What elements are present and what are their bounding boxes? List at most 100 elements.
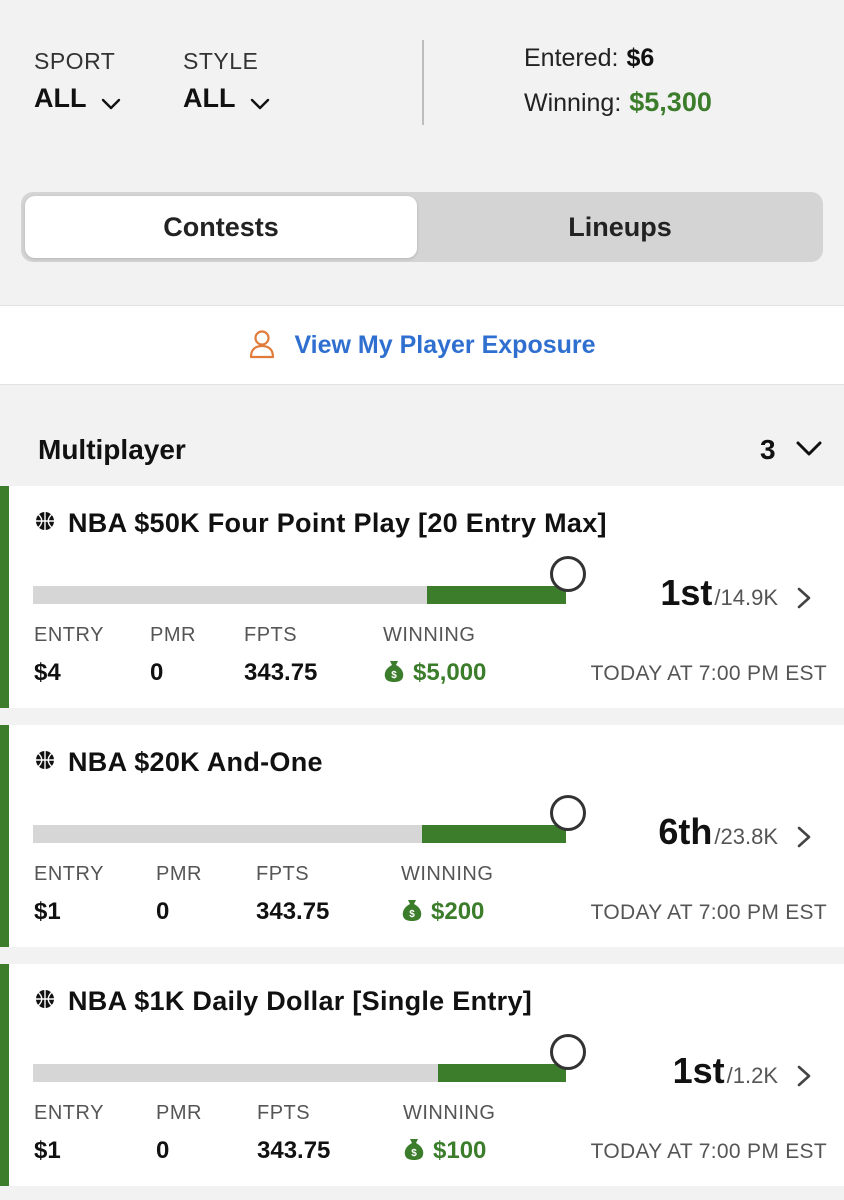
filter-bar: SPORT ALL STYLE ALL Entered: $6 Winning: $…: [0, 0, 844, 170]
pmr-stat: PMR 0: [150, 624, 196, 687]
pmr-value: 0: [150, 659, 164, 686]
contest-title-row: NBA $20K And-One: [34, 747, 323, 778]
fpts-value: 343.75: [256, 898, 330, 925]
progress-knob: [550, 556, 586, 592]
contest-title: NBA $20K And-One: [68, 747, 323, 777]
entered-value: $6: [626, 44, 655, 72]
entry-label: ENTRY: [34, 863, 104, 885]
view-player-exposure-label: View My Player Exposure: [294, 330, 596, 359]
fpts-stat: FPTS 343.75: [244, 624, 317, 687]
money-bag-icon: $: [383, 659, 405, 690]
progress-knob: [550, 1034, 586, 1070]
pmr-value: 0: [156, 898, 170, 925]
winning-label: WINNING: [401, 863, 494, 885]
pmr-label: PMR: [150, 624, 196, 646]
basketball-icon: [34, 510, 56, 537]
fpts-stat: FPTS 343.75: [256, 863, 329, 926]
winning-value: $5,300: [629, 87, 712, 117]
progress-knob: [550, 795, 586, 831]
rank-value: 1st: [672, 1050, 725, 1091]
entry-label: ENTRY: [34, 1102, 104, 1124]
sport-filter[interactable]: SPORT ALL: [34, 48, 121, 115]
entry-label: ENTRY: [34, 624, 104, 646]
winning-value: $5,000: [413, 659, 487, 686]
contest-title-row: NBA $1K Daily Dollar [Single Entry]: [34, 986, 532, 1017]
rank-total: /23.8K: [714, 824, 778, 849]
entered-label: Entered:: [524, 44, 619, 72]
winning-label: WINNING: [383, 624, 476, 646]
rank-total: /1.2K: [726, 1063, 778, 1088]
svg-text:$: $: [409, 909, 415, 920]
progress-fill: [438, 1064, 566, 1082]
contest-title-row: NBA $50K Four Point Play [20 Entry Max]: [34, 508, 607, 539]
person-icon: [248, 329, 276, 364]
entry-value: $1: [34, 898, 61, 925]
style-filter-label: STYLE: [183, 48, 259, 74]
view-player-exposure-link[interactable]: View My Player Exposure: [0, 305, 844, 385]
contest-time: TODAY AT 7:00 PM EST: [590, 901, 827, 924]
entry-stat: ENTRY $1: [34, 863, 104, 926]
winning-value: $100: [433, 1137, 487, 1164]
style-filter-value: ALL: [183, 83, 236, 113]
progress-track: [33, 825, 566, 843]
chevron-right-icon[interactable]: [796, 1064, 812, 1093]
rank-total: /14.9K: [714, 585, 778, 610]
entry-value: $4: [34, 659, 61, 686]
contest-card[interactable]: NBA $50K Four Point Play [20 Entry Max] …: [0, 486, 844, 708]
entry-value: $1: [34, 1137, 61, 1164]
winning-stat: WINNING $ $5,000: [383, 624, 486, 690]
fpts-value: 343.75: [244, 659, 318, 686]
basketball-icon: [34, 988, 56, 1015]
winning-value: $200: [431, 898, 485, 925]
progress-fill: [427, 586, 566, 604]
chevron-down-icon: [250, 97, 270, 115]
contest-title: NBA $50K Four Point Play [20 Entry Max]: [68, 508, 607, 538]
entered-row: Entered: $6: [524, 44, 712, 87]
contest-title: NBA $1K Daily Dollar [Single Entry]: [68, 986, 533, 1016]
rank: 6th/23.8K: [658, 811, 778, 853]
progress-fill: [422, 825, 566, 843]
fpts-label: FPTS: [257, 1102, 311, 1124]
fpts-value: 343.75: [257, 1137, 331, 1164]
view-toggle: Contests Lineups: [21, 192, 823, 262]
fpts-stat: FPTS 343.75: [257, 1102, 330, 1165]
chevron-right-icon[interactable]: [796, 586, 812, 615]
sport-filter-label: SPORT: [34, 48, 116, 74]
entry-stat: ENTRY $1: [34, 1102, 104, 1165]
winning-label: WINNING: [403, 1102, 496, 1124]
section-count: 3: [760, 434, 776, 465]
rank: 1st/1.2K: [673, 1050, 778, 1092]
winning-stat: WINNING $ $100: [403, 1102, 495, 1168]
pmr-stat: PMR 0: [156, 1102, 202, 1165]
entry-stat: ENTRY $4: [34, 624, 104, 687]
tab-lineups[interactable]: Lineups: [421, 196, 819, 258]
multiplayer-section-header[interactable]: Multiplayer 3: [0, 420, 844, 482]
filter-divider: [422, 40, 424, 125]
contest-card[interactable]: NBA $1K Daily Dollar [Single Entry] 1st/…: [0, 964, 844, 1186]
entry-summary: Entered: $6 Winning: $5,300: [524, 44, 712, 130]
contest-time: TODAY AT 7:00 PM EST: [590, 662, 827, 685]
fpts-label: FPTS: [256, 863, 310, 885]
tab-contests[interactable]: Contests: [25, 196, 417, 258]
section-title: Multiplayer: [38, 434, 186, 465]
contest-card[interactable]: NBA $20K And-One 6th/23.8K ENTRY $1 PMR 0 …: [0, 725, 844, 947]
progress-track: [33, 586, 566, 604]
contest-time: TODAY AT 7:00 PM EST: [590, 1140, 827, 1163]
money-bag-icon: $: [403, 1137, 425, 1168]
winning-label: Winning:: [524, 89, 622, 117]
winning-stat: WINNING $ $200: [401, 863, 493, 929]
pmr-label: PMR: [156, 863, 202, 885]
rank-value: 6th: [658, 811, 713, 852]
svg-text:$: $: [411, 1148, 417, 1159]
rank: 1st/14.9K: [660, 572, 778, 614]
chevron-down-icon[interactable]: [795, 440, 823, 463]
style-filter[interactable]: STYLE ALL: [183, 48, 270, 115]
chevron-down-icon: [101, 97, 121, 115]
winning-amount: $ $100: [403, 1137, 495, 1168]
rank-value: 1st: [660, 572, 713, 613]
fpts-label: FPTS: [244, 624, 298, 646]
winning-row: Winning: $5,300: [524, 87, 712, 130]
pmr-label: PMR: [156, 1102, 202, 1124]
sport-filter-value: ALL: [34, 83, 87, 113]
chevron-right-icon[interactable]: [796, 825, 812, 854]
